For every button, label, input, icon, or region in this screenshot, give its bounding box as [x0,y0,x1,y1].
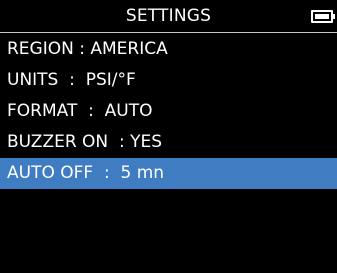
menu-item-buzzer[interactable]: BUZZER ON : YES [0,127,337,158]
menu-item-units[interactable]: UNITS : PSI/°F [0,65,337,96]
settings-menu: REGION : AMERICA UNITS : PSI/°F FORMAT :… [0,34,337,189]
device-screen: SETTINGS REGION : AMERICA UNITS : PSI/°F… [0,0,337,273]
menu-item-format[interactable]: FORMAT : AUTO [0,96,337,127]
page-title: SETTINGS [125,6,212,26]
battery-tip [333,14,335,19]
menu-item-auto-off[interactable]: AUTO OFF : 5 mn [0,158,337,189]
battery-icon [311,10,333,23]
battery-level [315,14,329,19]
menu-item-region[interactable]: REGION : AMERICA [0,34,337,65]
title-bar: SETTINGS [0,0,337,33]
